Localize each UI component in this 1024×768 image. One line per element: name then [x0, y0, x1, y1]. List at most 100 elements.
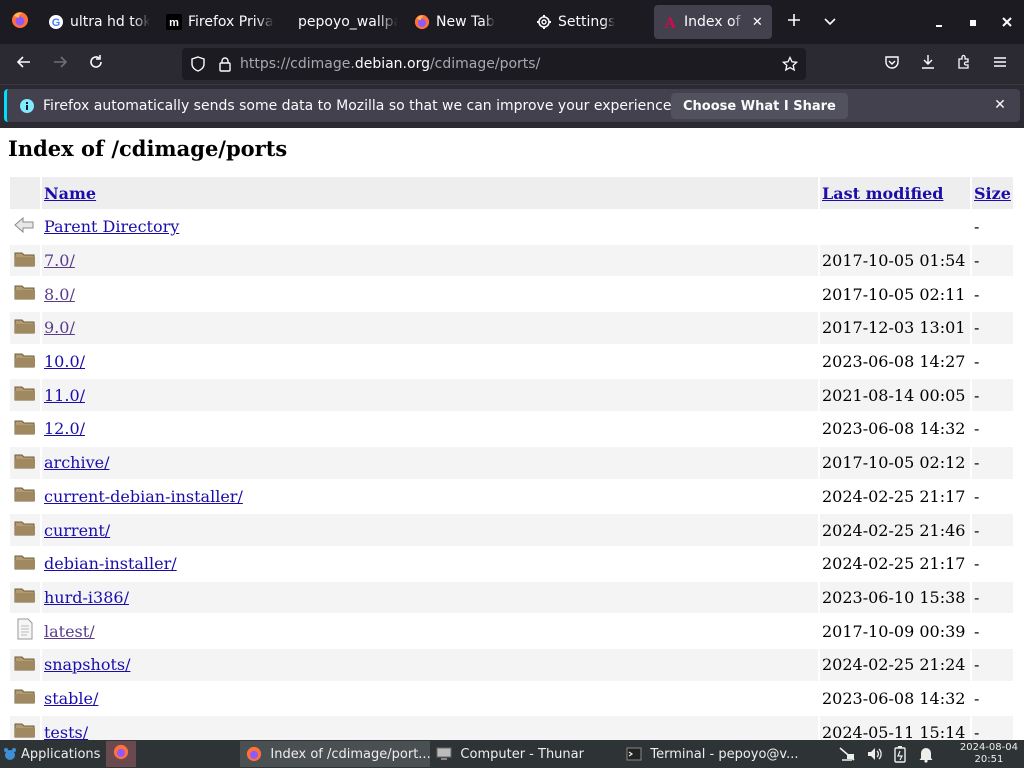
modified-cell: 2017-10-05 01:54 [820, 244, 970, 277]
directory-link[interactable]: current/ [44, 521, 110, 540]
tab-new-tab[interactable]: New Tab [406, 5, 528, 39]
window-label: Terminal - pepoyo@v... [650, 746, 799, 762]
applications-label: Applications [21, 746, 101, 762]
taskbar-window-thunar[interactable]: Computer - Thunar [430, 741, 620, 767]
url-text[interactable]: https://cdimage.debian.org/cdimage/ports… [240, 56, 540, 72]
notification-bell-icon[interactable] [918, 745, 934, 763]
directory-link[interactable]: 10.0/ [44, 352, 85, 371]
table-row: archive/2017-10-05 02:12- [10, 446, 1013, 479]
directory-link[interactable]: debian-installer/ [44, 554, 177, 573]
directory-link[interactable]: tests/ [44, 723, 88, 740]
directory-link[interactable]: stable/ [44, 689, 98, 708]
pocket-button[interactable] [874, 48, 910, 80]
tab-settings[interactable]: Settings [528, 5, 654, 39]
modified-cell: 2024-02-25 21:17 [822, 486, 966, 506]
tab-google-search[interactable]: G ultra hd toky [40, 5, 158, 39]
tracking-protection-shield-icon[interactable] [190, 56, 206, 72]
list-all-tabs-button[interactable] [812, 4, 848, 40]
window-label: Index of /cdimage/port... [270, 746, 431, 762]
notification-box: Firefox automatically sends some data to… [4, 89, 1020, 122]
table-row: current-debian-installer/2024-02-25 21:1… [10, 481, 1013, 513]
svg-text:A: A [664, 15, 676, 30]
sort-by-size-link[interactable]: Size [974, 184, 1011, 203]
url-host: debian.org [354, 56, 430, 72]
directory-link[interactable]: hurd-i386/ [44, 588, 129, 607]
folder-icon [10, 413, 40, 445]
tab-index-of-cdimage[interactable]: A Index of /c ✕ [654, 5, 772, 39]
choose-what-i-share-button[interactable]: Choose What I Share [671, 93, 848, 119]
directory-link[interactable]: archive/ [44, 453, 109, 472]
tab-label: Index of /c [684, 14, 745, 30]
maximize-button[interactable] [956, 0, 990, 44]
lock-icon[interactable] [218, 56, 232, 72]
tab-label: Settings [558, 14, 616, 30]
tab-bar: G ultra hd toky m Firefox Priva pepoyo_w… [0, 0, 1024, 44]
sort-by-last-modified-link[interactable]: Last modified [822, 184, 943, 203]
downloads-button[interactable] [910, 48, 946, 80]
chevron-down-icon [823, 13, 837, 32]
directory-link[interactable]: 9.0/ [44, 318, 75, 337]
parent-directory-row: Parent Directory - [10, 211, 1013, 243]
directory-link[interactable]: snapshots/ [44, 655, 130, 674]
close-notification-icon[interactable]: ✕ [990, 95, 1010, 115]
modified-cell: 2021-08-14 00:05 [820, 379, 970, 412]
reload-button[interactable] [78, 48, 114, 80]
window-label: Computer - Thunar [460, 746, 584, 762]
size-cell: - [972, 581, 1013, 614]
plus-icon [786, 12, 802, 32]
tab-label: Firefox Priva [188, 14, 274, 30]
directory-link[interactable]: latest/ [44, 622, 95, 641]
url-bar[interactable]: https://cdimage.debian.org/cdimage/ports… [182, 48, 806, 80]
size-cell: - [972, 379, 1013, 412]
navigation-toolbar: https://cdimage.debian.org/cdimage/ports… [0, 44, 1024, 84]
directory-link[interactable]: 12.0/ [44, 419, 85, 438]
info-icon [19, 98, 35, 114]
icon-column-header [10, 177, 40, 209]
directory-link[interactable]: current-debian-installer/ [44, 487, 243, 506]
size-cell: - [974, 284, 980, 304]
app-menu-button[interactable] [982, 48, 1018, 80]
modified-cell: 2023-06-08 14:32 [822, 688, 966, 708]
sort-by-name-link[interactable]: Name [44, 184, 96, 203]
parent-directory-link[interactable]: Parent Directory [44, 217, 179, 236]
directory-link[interactable]: 11.0/ [44, 386, 85, 405]
modified-cell: 2024-02-25 21:17 [822, 554, 966, 574]
arrow-right-icon [52, 54, 68, 74]
firefox-icon [11, 11, 29, 33]
download-icon [920, 54, 936, 74]
firefox-launcher[interactable] [106, 741, 137, 767]
page-content: Index of /cdimage/ports Name Last modifi… [0, 128, 1024, 740]
firefox-view-button[interactable] [0, 0, 40, 44]
volume-icon[interactable] [866, 745, 884, 763]
terminal-icon [626, 746, 642, 762]
modified-cell: 2024-02-25 21:46 [820, 514, 970, 546]
forward-button[interactable] [42, 48, 78, 80]
bookmark-star-icon[interactable] [782, 56, 798, 72]
tab-pepoyo-wallpaper[interactable]: pepoyo_wallpa [282, 5, 406, 39]
table-row: 7.0/2017-10-05 01:54- [10, 244, 1013, 277]
network-icon[interactable] [838, 745, 856, 763]
tab-firefox-privacy[interactable]: m Firefox Priva [158, 5, 282, 39]
close-tab-icon[interactable]: ✕ [751, 14, 764, 30]
directory-link[interactable]: 7.0/ [44, 251, 75, 270]
directory-link[interactable]: 8.0/ [44, 285, 75, 304]
back-button[interactable] [6, 48, 42, 80]
firefox-icon [414, 14, 430, 30]
name-column-header: Name [42, 177, 818, 209]
folder-icon [10, 683, 40, 715]
taskbar-window-terminal[interactable]: Terminal - pepoyo@v... [620, 741, 810, 767]
maximize-icon [968, 13, 978, 32]
svg-text:G: G [52, 17, 61, 29]
minimize-button[interactable] [922, 0, 956, 44]
new-tab-button[interactable] [776, 4, 812, 40]
folder-icon [10, 244, 40, 277]
applications-menu-button[interactable]: Applications [0, 741, 106, 767]
close-window-button[interactable] [990, 0, 1024, 44]
clock[interactable]: 2024-08-04 20:51 [960, 742, 1018, 766]
folder-icon [10, 514, 40, 546]
taskbar-window-firefox[interactable]: Index of /cdimage/port... [240, 741, 431, 767]
directory-listing-table: Name Last modified Size Parent Directory… [8, 175, 1015, 740]
battery-icon[interactable] [893, 745, 907, 763]
extensions-button[interactable] [946, 48, 982, 80]
modified-cell: 2024-02-25 21:24 [820, 648, 970, 681]
